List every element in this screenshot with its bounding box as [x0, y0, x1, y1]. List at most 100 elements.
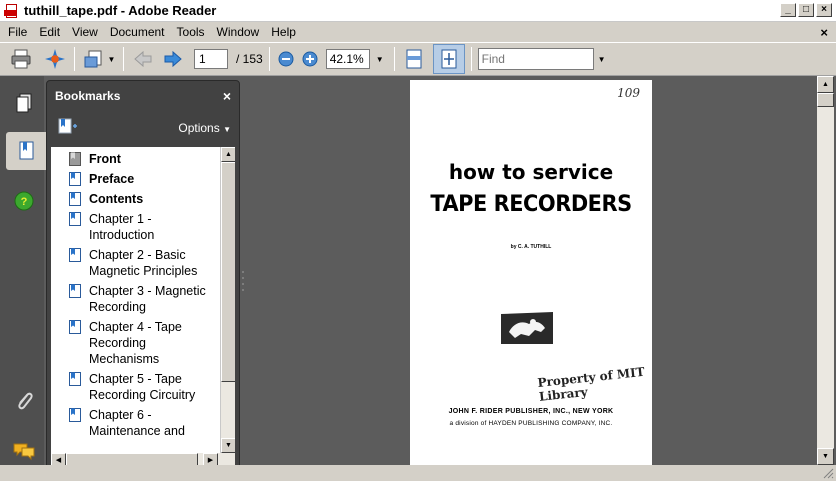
- bookmarks-vertical-scrollbar[interactable]: ▲ ▼: [220, 147, 235, 453]
- bookmark-item[interactable]: Chapter 2 - Basic Magnetic Principles: [51, 245, 235, 281]
- zoom-level-input[interactable]: [325, 49, 370, 69]
- scroll-thumb[interactable]: [221, 162, 235, 382]
- menu-file[interactable]: File: [0, 25, 33, 39]
- printer-icon: [11, 49, 31, 69]
- maximize-button[interactable]: □: [798, 3, 814, 17]
- collaborate-icon: [45, 49, 65, 69]
- publisher-line1: JOHN F. RIDER PUBLISHER, INC., NEW YORK: [448, 408, 614, 415]
- fit-width-icon: [406, 49, 422, 69]
- scroll-down-button[interactable]: ▼: [221, 438, 235, 453]
- minimize-button[interactable]: _: [780, 3, 796, 17]
- bookmark-item[interactable]: Contents: [51, 189, 235, 209]
- bookmark-page-icon: [69, 212, 81, 226]
- bookmarks-panel-title: Bookmarks: [55, 89, 121, 103]
- bookmarks-close-button[interactable]: ×: [223, 88, 231, 104]
- bookmark-page-icon: [69, 372, 81, 386]
- next-page-button[interactable]: [160, 46, 186, 72]
- bookmark-label: Front: [89, 152, 121, 166]
- bookmark-label: Chapter 3 - Magnetic Recording: [89, 284, 206, 314]
- svg-text:?: ?: [21, 196, 28, 208]
- previous-page-button[interactable]: [130, 46, 156, 72]
- panel-splitter[interactable]: [241, 266, 245, 296]
- bookmark-label: Contents: [89, 192, 144, 206]
- bookmarks-panel: Bookmarks × Options ▼ Front Preface Cont…: [46, 80, 240, 473]
- zoom-dropdown-icon[interactable]: ▼: [376, 55, 384, 64]
- fit-page-icon: [441, 49, 457, 69]
- zoom-out-icon: [278, 51, 294, 67]
- page-view-button[interactable]: ▼: [81, 46, 117, 72]
- bookmark-item[interactable]: Chapter 5 - Tape Recording Circuitry: [51, 369, 235, 405]
- help-panel-button[interactable]: ?: [6, 182, 42, 220]
- bookmark-label: Chapter 1 - Introduction: [89, 212, 155, 242]
- bookmark-page-icon: [69, 320, 81, 334]
- print-button[interactable]: [8, 46, 34, 72]
- bookmark-item[interactable]: Chapter 3 - Magnetic Recording: [51, 281, 235, 317]
- toolbar: ▼ / 153: [0, 42, 836, 76]
- menu-bar: File Edit View Document Tools Window Hel…: [0, 22, 836, 42]
- fit-width-button[interactable]: [401, 46, 427, 72]
- collaborate-button[interactable]: [42, 46, 68, 72]
- handwritten-note: 109: [617, 86, 640, 100]
- bookmark-page-icon: [69, 192, 81, 206]
- bookmark-options-menu[interactable]: Options ▼: [178, 121, 231, 135]
- close-button[interactable]: ×: [816, 3, 832, 17]
- resize-grip-icon[interactable]: [822, 467, 834, 479]
- document-close-button[interactable]: ×: [820, 25, 828, 40]
- zoom-in-button[interactable]: [300, 46, 320, 72]
- new-bookmark-icon: [58, 118, 77, 133]
- menu-tools[interactable]: Tools: [171, 25, 211, 39]
- comments-icon: [13, 443, 35, 461]
- bookmark-page-icon: [69, 172, 81, 186]
- navigation-pane-rail: ?: [0, 76, 48, 481]
- zoom-out-button[interactable]: [276, 46, 296, 72]
- menu-edit[interactable]: Edit: [33, 25, 66, 39]
- window-title: tuthill_tape.pdf - Adobe Reader: [24, 3, 217, 18]
- pages-icon: [16, 93, 32, 113]
- page-total: / 153: [236, 52, 263, 66]
- title-bar: tuthill_tape.pdf - Adobe Reader _ □ ×: [0, 0, 836, 22]
- book-title-line2: TAPE RECORDERS: [430, 192, 632, 217]
- bookmark-page-icon: [69, 152, 81, 166]
- fit-page-button[interactable]: [432, 44, 465, 74]
- bookmark-item[interactable]: Chapter 6 - Maintenance and: [51, 405, 235, 441]
- bookmark-icon: [19, 141, 34, 160]
- menu-window[interactable]: Window: [211, 25, 266, 39]
- menu-help[interactable]: Help: [265, 25, 302, 39]
- bookmark-label: Chapter 6 - Maintenance and: [89, 408, 185, 438]
- bookmark-page-icon: [69, 284, 81, 298]
- bookmark-label: Chapter 5 - Tape Recording Circuitry: [89, 372, 196, 402]
- pdf-app-icon: [4, 3, 20, 19]
- zoom-in-icon: [302, 51, 318, 67]
- attachments-panel-button[interactable]: [6, 382, 42, 420]
- arrow-left-icon: [134, 50, 152, 68]
- expand-bookmark-button[interactable]: [57, 117, 79, 140]
- work-area: ? Bookmarks × Options ▼ Front Preface Co…: [0, 76, 836, 481]
- find-dropdown-icon[interactable]: ▼: [598, 55, 606, 64]
- bookmark-label: Preface: [89, 172, 135, 186]
- document-view-icon: [84, 50, 102, 68]
- find-input[interactable]: [477, 48, 594, 70]
- bookmark-item[interactable]: Chapter 1 - Introduction: [51, 209, 235, 245]
- scroll-up-button[interactable]: ▲: [221, 147, 235, 162]
- pages-panel-button[interactable]: [6, 84, 42, 122]
- publisher-line2: a division of HAYDEN PUBLISHING COMPANY,…: [449, 420, 613, 427]
- book-author: by C. A. TUTHILL: [510, 244, 552, 250]
- bookmarks-panel-button[interactable]: [6, 132, 48, 170]
- bookmark-item[interactable]: Chapter 4 - Tape Recording Mechanisms: [51, 317, 235, 369]
- scroll-up-button[interactable]: ▲: [817, 76, 834, 93]
- bookmark-label: Chapter 4 - Tape Recording Mechanisms: [89, 320, 182, 366]
- scroll-down-button[interactable]: ▼: [817, 448, 834, 465]
- menu-view[interactable]: View: [66, 25, 104, 39]
- document-vertical-scrollbar[interactable]: ▲ ▼: [817, 76, 834, 465]
- page-number-input[interactable]: [194, 49, 228, 69]
- document-page[interactable]: 109 how to service TAPE RECORDERS by C. …: [410, 80, 652, 474]
- status-bar: [0, 465, 836, 481]
- publisher-logo-image: [499, 310, 555, 346]
- scroll-thumb[interactable]: [817, 93, 834, 107]
- bookmark-label: Chapter 2 - Basic Magnetic Principles: [89, 248, 198, 278]
- help-icon: ?: [14, 191, 34, 211]
- bookmark-item[interactable]: Preface: [51, 169, 235, 189]
- bookmark-item[interactable]: Front: [51, 147, 235, 169]
- menu-document[interactable]: Document: [104, 25, 171, 39]
- bookmark-page-icon: [69, 248, 81, 262]
